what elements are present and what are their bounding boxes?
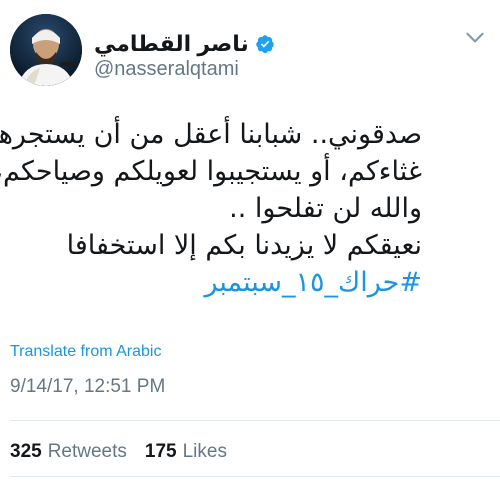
avatar[interactable] <box>10 14 82 86</box>
divider <box>10 420 500 421</box>
verified-badge-icon <box>256 35 274 54</box>
retweets-label[interactable]: Retweets <box>48 441 127 463</box>
divider-bottom <box>10 476 500 477</box>
author-display-name[interactable]: ناصر القطامي <box>94 31 249 57</box>
tweet-text: صدقوني.. شبابنا أعقل من أن يستجرهم غثاءك… <box>0 116 422 301</box>
retweets-count[interactable]: 325 <box>10 441 42 463</box>
chevron-down-icon[interactable] <box>462 24 488 50</box>
tweet-line: والله لن تفلحوا .. <box>229 193 422 224</box>
tweet-line: غثاءكم، أو يستجيبوا لعويلكم وصياحكم، <box>0 156 422 187</box>
tweet-header: ناصر القطامي @nasseralqtami <box>10 14 490 94</box>
tweet-line: نعيقكم لا يزيدنا بكم إلا استخفافا <box>66 230 422 261</box>
avatar-image <box>10 14 82 86</box>
tweet-timestamp[interactable]: 9/14/17, 12:51 PM <box>10 376 165 398</box>
tweet-line: صدقوني.. شبابنا أعقل من أن يستجرهم <box>0 119 422 150</box>
tweet-stats: 325 Retweets 175 Likes <box>10 441 227 463</box>
author-handle[interactable]: @nasseralqtami <box>94 58 239 81</box>
translate-link[interactable]: Translate from Arabic <box>10 343 161 361</box>
likes-label[interactable]: Likes <box>183 441 227 463</box>
author-name-row[interactable]: ناصر القطامي <box>94 30 275 58</box>
hashtag-link[interactable]: #حراك_١٥_سبتمبر <box>2 264 422 301</box>
likes-count[interactable]: 175 <box>145 441 177 463</box>
